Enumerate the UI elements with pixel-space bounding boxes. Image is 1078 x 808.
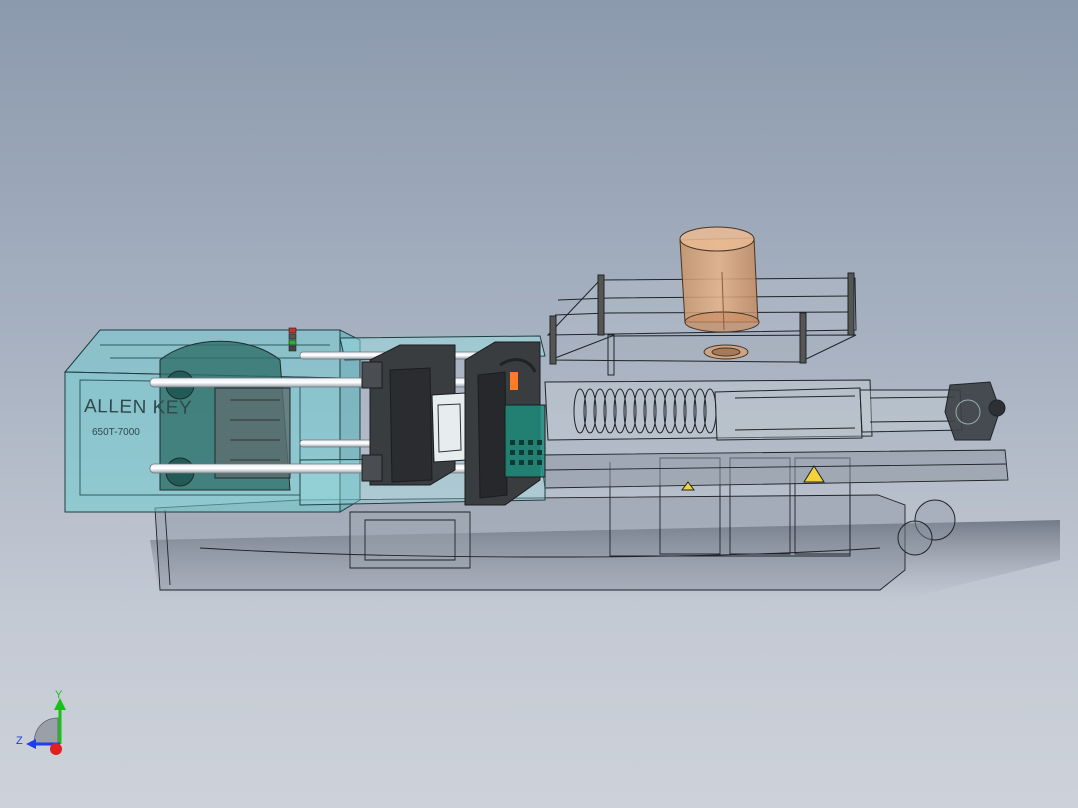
model-label: 650T-7000 [92,427,140,438]
connector-port [528,450,533,455]
x-axis-dot [50,743,62,755]
triad-base-shade [33,717,59,745]
coordinate-triad[interactable]: Y Z [12,686,82,766]
connector-port [510,450,515,455]
connector-port [510,460,515,465]
connector-port [519,440,524,445]
connector-port [519,460,524,465]
z-axis-label: Z [16,735,23,747]
screw-barrel [544,379,873,441]
connector-port [537,450,542,455]
cad-viewport[interactable]: ALLEN KEY 650T-7000 [0,0,1078,808]
connector-port [510,440,515,445]
connector-port [519,450,524,455]
connector-port [537,460,542,465]
brand-label: ALLEN KEY [84,396,192,419]
injection-cylinder [859,381,1006,441]
connector-port [537,440,542,445]
injection-rail [539,449,1009,489]
z-axis-head [26,739,36,749]
connector-port [528,460,533,465]
y-axis-label: Y [55,689,63,701]
connector-port [528,440,533,445]
